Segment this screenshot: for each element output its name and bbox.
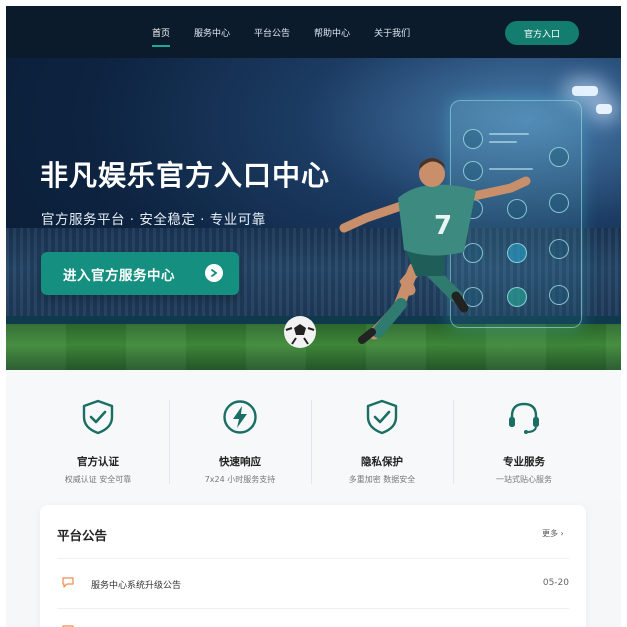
enter-service-center-button[interactable]: 进入官方服务中心: [41, 252, 239, 295]
floodlight: [596, 104, 612, 114]
announcement-text: 服务中心系统升级公告: [91, 581, 182, 591]
feature-item: 官方认证 权威认证 安全可靠: [27, 370, 169, 500]
announcement-row[interactable]: [57, 617, 569, 627]
hero-button-label: 进入官方服务中心: [63, 267, 175, 284]
feature-item: 快速响应 7x24 小时服务支持: [169, 370, 311, 500]
floodlight: [572, 86, 598, 96]
shield-check-icon: [366, 399, 398, 435]
more-link[interactable]: 更多 ›: [542, 528, 564, 539]
nav-item-about[interactable]: 关于我们: [374, 26, 410, 39]
hero-banner: 7 非凡娱乐官方入口中心 官方服务平台 · 安全稳定 · 专业可靠 进入官方服务…: [6, 58, 621, 370]
feature-desc: 一站式贴心服务: [496, 475, 552, 484]
official-entry-button[interactable]: 官方入口: [505, 21, 579, 45]
nav-menu: 首页 服务中心 平台公告 帮助中心 关于我们: [152, 6, 434, 58]
feature-item: 专业服务 一站式贴心服务: [453, 370, 595, 500]
nav-item-announcements[interactable]: 平台公告: [254, 26, 290, 39]
hero-subtitle: 官方服务平台 · 安全稳定 · 专业可靠: [41, 212, 266, 228]
feature-title: 隐私保护: [361, 456, 403, 468]
shield-check-icon: [82, 399, 114, 435]
feature-title: 快速响应: [219, 456, 261, 468]
divider: [57, 608, 569, 609]
nav-item-service[interactable]: 服务中心: [194, 26, 230, 39]
message-icon: [62, 577, 74, 588]
feature-title: 专业服务: [503, 456, 545, 468]
feature-title: 官方认证: [77, 456, 119, 468]
headset-icon: [509, 402, 539, 434]
page: 首页 服务中心 平台公告 帮助中心 关于我们 官方入口 7 非凡娱乐官方入口中心…: [6, 6, 621, 627]
feature-item: 隐私保护 多重加密 数据安全: [311, 370, 453, 500]
nav-item-help[interactable]: 帮助中心: [314, 26, 350, 39]
announcement-date: 05-20: [542, 578, 569, 588]
divider: [57, 558, 569, 559]
hero-title: 非凡娱乐官方入口中心: [40, 159, 331, 192]
panel-line: [489, 133, 529, 135]
announcement-row[interactable]: 服务中心系统升级公告 05-20: [57, 569, 569, 599]
top-nav: 首页 服务中心 平台公告 帮助中心 关于我们 官方入口: [6, 6, 621, 58]
feature-strip: 官方认证 权威认证 安全可靠 快速响应 7x24 小时服务支持 隐私保护 多重加…: [6, 370, 621, 500]
announcement-card: 平台公告 更多 › 服务中心系统升级公告 05-20: [40, 505, 586, 627]
feature-desc: 权威认证 安全可靠: [64, 475, 132, 484]
announcement-title: 平台公告: [57, 528, 108, 543]
lightning-icon: [223, 400, 257, 434]
feature-desc: 多重加密 数据安全: [348, 475, 416, 484]
nav-item-home[interactable]: 首页: [152, 26, 171, 47]
football-icon: [284, 316, 316, 348]
jersey-number: 7: [434, 211, 452, 241]
feature-desc: 7x24 小时服务支持: [204, 475, 276, 484]
chevron-right-icon: [205, 264, 223, 282]
